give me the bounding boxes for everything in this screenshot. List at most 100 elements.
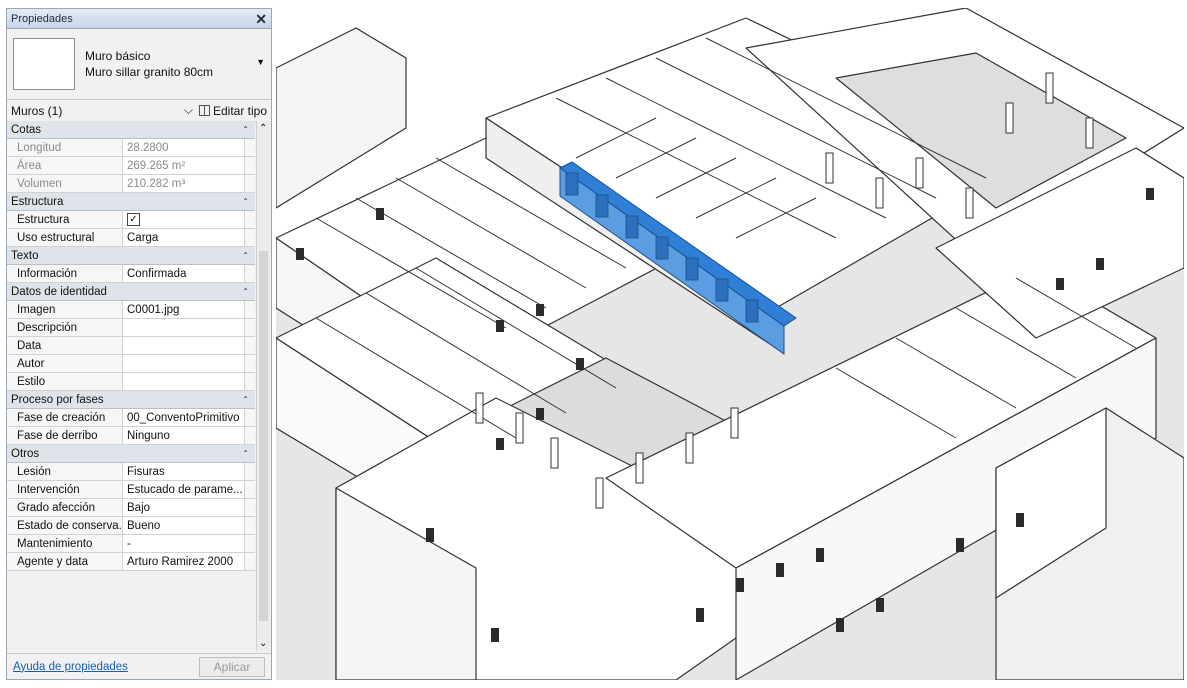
properties-grid: Cotas ⌃ Longitud 28.2800 Área 269.265 m²… — [7, 121, 255, 571]
property-name: Fase de creación — [7, 409, 123, 426]
filter-row: Muros (1) ⌵ Editar tipo — [7, 100, 271, 122]
property-row: Fase de creación 00_ConventoPrimitivo — [7, 409, 255, 427]
properties-panel: Propiedades ✕ Muro básico Muro sillar gr… — [6, 8, 272, 680]
property-name: Agente y data — [7, 553, 123, 570]
category-label: Datos de identidad — [11, 285, 107, 298]
category-estructura[interactable]: Estructura ⌃ — [7, 193, 255, 211]
property-name: Imagen — [7, 301, 123, 318]
category-label: Cotas — [11, 123, 42, 136]
property-value-field[interactable]: Bajo — [123, 499, 244, 516]
property-name: Estructura — [7, 211, 123, 228]
property-value-field[interactable]: - — [123, 535, 244, 552]
property-row: Grado afección Bajo — [7, 499, 255, 517]
property-row: Estado de conserva... Bueno — [7, 517, 255, 535]
category-label: Otros — [11, 447, 40, 460]
close-icon[interactable]: ✕ — [255, 12, 267, 26]
category-label: Texto — [11, 249, 39, 262]
scroll-down-icon[interactable]: ⌄ — [259, 638, 267, 649]
edit-type-label: Editar tipo — [212, 103, 267, 118]
edit-type-icon — [198, 105, 210, 116]
category-otros[interactable]: Otros ⌃ — [7, 445, 255, 463]
panel-title: Propiedades — [11, 12, 73, 25]
chevron-down-icon[interactable]: ▼ — [256, 57, 265, 67]
property-value: 210.282 m³ — [123, 175, 244, 192]
collapse-icon[interactable]: ⌃ — [242, 395, 249, 404]
property-row: Longitud 28.2800 — [7, 139, 255, 157]
property-row: Estructura ✓ — [7, 211, 255, 229]
category-identidad[interactable]: Datos de identidad ⌃ — [7, 283, 255, 301]
panel-footer: Ayuda de propiedades Aplicar — [7, 653, 271, 679]
property-row: Mantenimiento - — [7, 535, 255, 553]
collapse-icon[interactable]: ⌃ — [242, 251, 249, 260]
properties-help-link[interactable]: Ayuda de propiedades — [13, 661, 128, 673]
chevron-down-icon: ⌵ — [183, 103, 193, 117]
property-name: Intervención — [7, 481, 123, 498]
property-name: Área — [7, 157, 123, 174]
property-value-field[interactable]: Bueno — [123, 517, 244, 534]
type-preview-image — [13, 38, 75, 90]
property-name: Estilo — [7, 373, 123, 390]
property-value: 28.2800 — [123, 139, 244, 156]
property-name: Longitud — [7, 139, 123, 156]
property-row: Autor — [7, 355, 255, 373]
property-value-field[interactable]: Carga — [123, 229, 244, 246]
property-name: Autor — [7, 355, 123, 372]
property-value-field[interactable]: Ninguno — [123, 427, 244, 444]
property-value-field[interactable] — [123, 319, 244, 336]
apply-button[interactable]: Aplicar — [199, 656, 265, 677]
property-value-field[interactable]: Fisuras — [123, 463, 244, 480]
property-row: Volumen 210.282 m³ — [7, 175, 255, 193]
property-row: Descripción — [7, 319, 255, 337]
property-value-field[interactable] — [123, 373, 244, 390]
type-selector[interactable]: Muro básico Muro sillar granito 80cm ▼ — [7, 29, 271, 100]
edit-type-button[interactable]: Editar tipo — [198, 103, 267, 118]
property-name: Descripción — [7, 319, 123, 336]
property-row: Data — [7, 337, 255, 355]
property-name: Fase de derribo — [7, 427, 123, 444]
property-value-field[interactable]: 00_ConventoPrimitivo — [123, 409, 244, 426]
property-name: Lesión — [7, 463, 123, 480]
collapse-icon[interactable]: ⌃ — [242, 125, 249, 134]
property-name: Grado afección — [7, 499, 123, 516]
property-row: Imagen C0001.jpg — [7, 301, 255, 319]
building-model[interactable] — [276, 8, 1184, 680]
category-label: Proceso por fases — [11, 393, 104, 406]
instance-filter-dropdown[interactable]: Muros (1) ⌵ — [11, 103, 199, 118]
property-row: Agente y data Arturo Ramirez 2000 — [7, 553, 255, 571]
structural-checkbox[interactable]: ✓ — [127, 213, 140, 226]
category-cotas[interactable]: Cotas ⌃ — [7, 121, 255, 139]
panel-titlebar: Propiedades ✕ — [7, 9, 271, 29]
property-row: Intervención Estucado de parame... — [7, 481, 255, 499]
collapse-icon[interactable]: ⌃ — [242, 197, 249, 206]
property-name: Uso estructural — [7, 229, 123, 246]
property-name: Data — [7, 337, 123, 354]
type-family: Muro básico — [85, 49, 151, 63]
type-name: Muro sillar granito 80cm — [85, 65, 214, 79]
property-row: Uso estructural Carga — [7, 229, 255, 247]
scroll-up-icon[interactable]: ⌃ — [259, 123, 267, 134]
property-name: Estado de conserva... — [7, 517, 123, 534]
property-name: Mantenimiento — [7, 535, 123, 552]
property-row: Área 269.265 m² — [7, 157, 255, 175]
category-texto[interactable]: Texto ⌃ — [7, 247, 255, 265]
property-value-field[interactable]: Estucado de parame... — [123, 481, 244, 498]
property-row: Estilo — [7, 373, 255, 391]
property-row: Fase de derribo Ninguno — [7, 427, 255, 445]
property-value-field[interactable]: Arturo Ramirez 2000 — [123, 553, 244, 570]
vertical-scrollbar[interactable]: ⌃ ⌄ — [256, 121, 271, 651]
property-value-field[interactable] — [123, 355, 244, 372]
scrollbar-thumb[interactable] — [259, 251, 268, 621]
property-value-field[interactable]: C0001.jpg — [123, 301, 244, 318]
property-value-field[interactable]: Confirmada — [123, 265, 244, 282]
property-name: Volumen — [7, 175, 123, 192]
property-value-field[interactable] — [123, 337, 244, 354]
collapse-icon[interactable]: ⌃ — [242, 287, 249, 296]
property-row: Información Confirmada — [7, 265, 255, 283]
category-label: Estructura — [11, 195, 64, 208]
property-name: Información — [7, 265, 123, 282]
collapse-icon[interactable]: ⌃ — [242, 449, 249, 458]
category-fases[interactable]: Proceso por fases ⌃ — [7, 391, 255, 409]
property-value: 269.265 m² — [123, 157, 244, 174]
3d-viewport[interactable] — [276, 8, 1184, 680]
filter-label: Muros (1) — [11, 103, 63, 118]
